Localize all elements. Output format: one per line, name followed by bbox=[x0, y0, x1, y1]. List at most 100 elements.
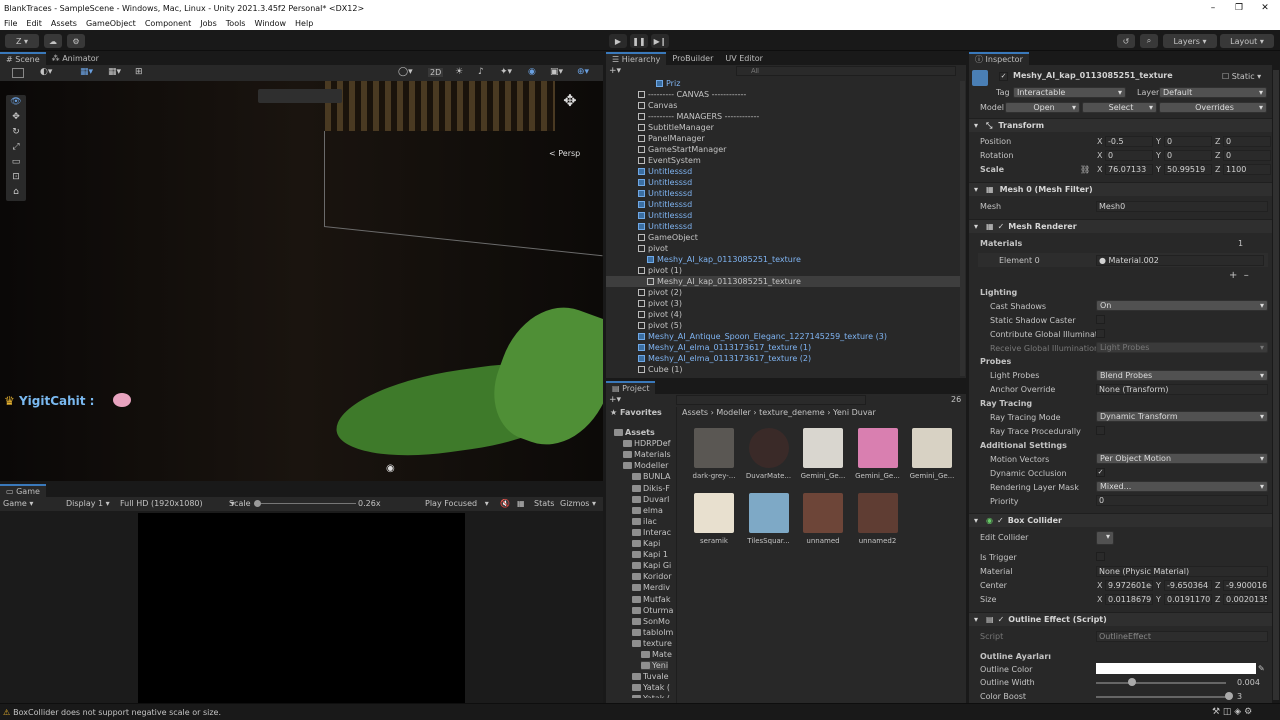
select-button[interactable]: Select bbox=[1082, 102, 1157, 113]
material-thumbnail[interactable] bbox=[803, 428, 843, 468]
orientation-gizmo-icon[interactable]: ✥ bbox=[545, 91, 595, 131]
outline-width-value[interactable]: 0.004 bbox=[1237, 678, 1260, 687]
minimize-icon[interactable]: – bbox=[1200, 0, 1226, 16]
tab-scene[interactable]: # Scene bbox=[0, 52, 46, 65]
transform-tool-icon[interactable]: ⊡ bbox=[6, 170, 26, 185]
overrides-dropdown[interactable]: Overrides bbox=[1159, 102, 1267, 113]
menu-tools[interactable]: Tools bbox=[226, 19, 246, 28]
lighting-icon[interactable]: ☀ bbox=[455, 67, 463, 77]
project-tree-item[interactable]: Koridor bbox=[632, 572, 672, 581]
object-name-input[interactable]: Meshy_AI_kap_0113085251_texture bbox=[1011, 71, 1216, 82]
tab-hierarchy[interactable]: ☰ Hierarchy bbox=[606, 52, 667, 65]
scale-slider-handle[interactable] bbox=[254, 500, 261, 507]
hierarchy-item[interactable]: Meshy_AI_kap_0113085251_texture bbox=[606, 276, 961, 287]
project-tree-item[interactable]: Merdiv bbox=[632, 583, 670, 592]
scale-y[interactable]: 50.99519 bbox=[1164, 164, 1212, 175]
menu-window[interactable]: Window bbox=[254, 19, 286, 28]
color-boost-slider[interactable] bbox=[1096, 696, 1226, 698]
position-x[interactable]: -0.5 bbox=[1105, 136, 1153, 147]
static-shadow-caster-checkbox[interactable] bbox=[1096, 315, 1105, 324]
box-collider-header[interactable]: ▾ ◉ ✓ Box Collider bbox=[969, 513, 1272, 527]
menu-edit[interactable]: Edit bbox=[26, 19, 42, 28]
hierarchy-item[interactable]: pivot (1) bbox=[638, 265, 682, 276]
transform-header[interactable]: ▾ ⤡ Transform bbox=[969, 118, 1272, 132]
hierarchy-item[interactable]: EventSystem bbox=[638, 155, 701, 166]
contribute-gi-checkbox[interactable] bbox=[1096, 329, 1105, 338]
gizmos-button[interactable]: Gizmos ▾ bbox=[560, 499, 596, 508]
project-tree-item[interactable]: Interac bbox=[632, 528, 671, 537]
light-probes-dropdown[interactable]: Blend Probes bbox=[1096, 370, 1268, 381]
hierarchy-item[interactable]: PanelManager bbox=[638, 133, 705, 144]
hierarchy-item[interactable]: Untitlesssd bbox=[638, 188, 692, 199]
ray-tracing-mode-dropdown[interactable]: Dynamic Transform bbox=[1096, 411, 1268, 422]
view-tool-icon[interactable]: 👁 bbox=[6, 95, 26, 110]
shading-icon[interactable]: ◐▾ bbox=[40, 67, 52, 77]
game-viewport[interactable] bbox=[138, 513, 465, 703]
material-thumbnail[interactable] bbox=[748, 493, 789, 533]
menu-file[interactable]: File bbox=[4, 19, 17, 28]
rotation-y[interactable]: 0 bbox=[1164, 150, 1212, 161]
project-tree-item[interactable]: Mutfak bbox=[632, 595, 670, 604]
project-tree-item[interactable]: Kapi 1 bbox=[632, 550, 668, 559]
project-tree-item[interactable]: tablolm bbox=[632, 628, 673, 637]
status-message[interactable]: BoxCollider does not support negative sc… bbox=[13, 708, 221, 717]
stats-button[interactable]: Stats bbox=[534, 499, 554, 508]
project-tree-item[interactable]: BUNLA bbox=[632, 472, 670, 481]
hierarchy-item[interactable]: Untitlesssd bbox=[638, 177, 692, 188]
close-icon[interactable]: ✕ bbox=[1252, 0, 1278, 16]
collab-icon[interactable]: ⚙ bbox=[67, 34, 85, 48]
sphere-icon[interactable]: ◯▾ bbox=[398, 67, 413, 77]
size-z[interactable]: 0.0020135 bbox=[1223, 594, 1268, 605]
account-dropdown[interactable]: Z ▾ bbox=[5, 34, 39, 48]
view-toolbar[interactable] bbox=[258, 89, 342, 103]
tab-uv-editor[interactable]: UV Editor bbox=[719, 52, 769, 65]
camera-icon[interactable]: ▣▾ bbox=[550, 67, 563, 77]
custom-tool-icon[interactable]: ⌂ bbox=[6, 185, 26, 200]
project-tree-item[interactable]: Yatak ( bbox=[632, 683, 670, 692]
material-thumbnail[interactable] bbox=[912, 428, 952, 468]
move-tool-icon[interactable]: ✥ bbox=[6, 110, 26, 125]
gizmos-icon[interactable]: ⊕▾ bbox=[577, 67, 589, 77]
tab-game[interactable]: ▭ Game bbox=[0, 484, 46, 497]
favorites-header[interactable]: ★ Favorites bbox=[610, 408, 662, 417]
project-tree-item[interactable]: Materials bbox=[623, 450, 671, 459]
material-thumbnail[interactable] bbox=[857, 428, 898, 468]
resolution-dropdown[interactable]: Full HD (1920x1080) ▾ bbox=[120, 499, 235, 508]
project-tree-item[interactable]: Tuvale bbox=[632, 672, 669, 681]
mesh-filter-header[interactable]: ▾ ▦ Mesh 0 (Mesh Filter) bbox=[969, 182, 1272, 196]
anchor-override-field[interactable]: None (Transform) bbox=[1096, 384, 1268, 395]
priority-field[interactable]: 0 bbox=[1096, 495, 1268, 506]
rotation-x[interactable]: 0 bbox=[1105, 150, 1153, 161]
grid-view-icon[interactable]: ▦ bbox=[517, 499, 525, 508]
project-tree-item[interactable]: Assets bbox=[614, 428, 655, 437]
hierarchy-item[interactable]: Canvas bbox=[638, 100, 677, 111]
color-boost-handle[interactable] bbox=[1225, 692, 1233, 700]
hierarchy-item[interactable]: Untitlesssd bbox=[638, 221, 692, 232]
is-trigger-checkbox[interactable] bbox=[1096, 552, 1105, 561]
grid-icon[interactable]: ▦▾ bbox=[108, 67, 121, 77]
hierarchy-item[interactable]: pivot bbox=[638, 243, 668, 254]
hierarchy-item[interactable]: --------- MANAGERS ------------ bbox=[638, 111, 759, 122]
project-add-icon[interactable]: +▾ bbox=[609, 395, 621, 405]
breadcrumb-assets[interactable]: Assets bbox=[682, 408, 708, 417]
hierarchy-item[interactable]: --------- CANVAS ------------ bbox=[638, 89, 746, 100]
rotate-tool-icon[interactable]: ↻ bbox=[6, 125, 26, 140]
persp-label[interactable]: < Persp bbox=[549, 149, 580, 158]
center-z[interactable]: -9.900016 bbox=[1223, 580, 1268, 591]
center-y[interactable]: -9.650364 bbox=[1164, 580, 1212, 591]
project-tree-item[interactable]: Duvarl bbox=[632, 495, 669, 504]
cloud-icon[interactable]: ☁ bbox=[44, 34, 62, 48]
layers-dropdown[interactable]: Layers ▾ bbox=[1163, 34, 1217, 48]
rendering-layer-mask-dropdown[interactable]: Mixed... bbox=[1096, 481, 1268, 492]
pause-button[interactable]: ❚❚ bbox=[630, 34, 648, 48]
breadcrumb-yeni-duvar[interactable]: Yeni Duvar bbox=[833, 408, 876, 417]
scale-tool-icon[interactable]: ⤢ bbox=[6, 140, 26, 155]
enabled-check-icon[interactable]: ✓ bbox=[998, 615, 1005, 624]
ray-trace-procedurally-checkbox[interactable] bbox=[1096, 426, 1105, 435]
project-tree-item[interactable]: Kapi Gi bbox=[632, 561, 671, 570]
maximize-icon[interactable]: ❐ bbox=[1226, 0, 1252, 16]
position-z[interactable]: 0 bbox=[1223, 136, 1271, 147]
hierarchy-item[interactable]: Meshy_AI_Antique_Spoon_Eleganc_122714525… bbox=[638, 331, 887, 342]
project-tree-item[interactable]: Yeni bbox=[641, 661, 669, 671]
hierarchy-item[interactable]: GameObject bbox=[638, 232, 698, 243]
